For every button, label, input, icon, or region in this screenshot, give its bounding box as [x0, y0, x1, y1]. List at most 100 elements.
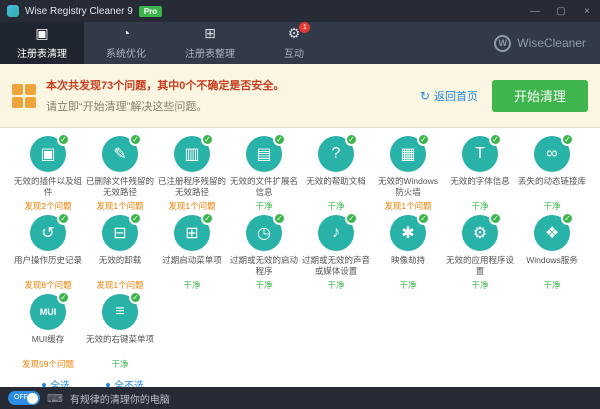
registry-clean-icon: ▣: [35, 26, 48, 42]
start-clean-button[interactable]: 开始清理: [492, 80, 588, 112]
summary-line1: 本次共发现73个问题，其中0个不确定是否安全。: [46, 77, 420, 93]
item-label: 无效的帮助文档: [306, 176, 366, 198]
scan-item-7[interactable]: T ✓ 无效的字体信息 干净: [444, 136, 516, 212]
item-status: 干净: [327, 200, 344, 212]
item-label: 无效的文件扩展名信息: [230, 176, 298, 198]
tab-community[interactable]: ⚙ 1 互动: [252, 22, 336, 64]
window-title: Wise Registry Cleaner 9: [25, 6, 133, 17]
item-label: 过期或无效的启动程序: [230, 255, 298, 277]
item-label: 无效的插件以及组件: [14, 176, 82, 198]
check-icon[interactable]: ✓: [345, 212, 358, 225]
defrag-icon: ⊞: [204, 26, 216, 42]
scan-item-11[interactable]: ⊞ ✓ 过期启动菜单项 干净: [156, 215, 228, 291]
check-icon[interactable]: ✓: [129, 212, 142, 225]
check-icon[interactable]: ✓: [345, 133, 358, 146]
check-icon[interactable]: ✓: [57, 291, 70, 304]
tab-registry-cleanup[interactable]: ▣ 注册表清理: [0, 22, 84, 64]
scan-item-17[interactable]: MUI ✓ MUI缓存 发现59个问题: [12, 294, 84, 370]
app-window: Wise Registry Cleaner 9 Pro — ▢ × ▣ 注册表清…: [0, 0, 600, 409]
select-none-link[interactable]: 全不选: [106, 377, 144, 387]
maximize-button[interactable]: ▢: [548, 0, 574, 22]
speedometer-icon: ◔: [122, 26, 130, 42]
close-button[interactable]: ×: [574, 0, 600, 22]
scan-item-6[interactable]: ▦ ✓ 无效的Windows防火墙 发现1个问题: [372, 136, 444, 212]
scan-item-9[interactable]: ↺ ✓ 用户操作历史记录 发现8个问题: [12, 215, 84, 291]
statusbar: OFF ⌨ 有规律的清理你的电脑: [0, 387, 600, 409]
scan-item-5[interactable]: ? ✓ 无效的帮助文档 干净: [300, 136, 372, 212]
check-icon[interactable]: ✓: [561, 212, 574, 225]
scan-item-13[interactable]: ♪ ✓ 过期或无效的声音或媒体设置 干净: [300, 215, 372, 291]
item-status: 发现2个问题: [24, 200, 71, 212]
item-status: 干净: [399, 279, 416, 291]
minimize-button[interactable]: —: [522, 0, 548, 22]
scan-item-12[interactable]: ◷ ✓ 过期或无效的启动程序 干净: [228, 215, 300, 291]
toggle-knob: [27, 393, 38, 404]
scan-item-15[interactable]: ⚙ ✓ 无效的应用程序设置 干净: [444, 215, 516, 291]
check-icon[interactable]: ✓: [129, 133, 142, 146]
pro-badge: Pro: [139, 6, 162, 17]
item-status: 干净: [471, 279, 488, 291]
app-icon: [7, 5, 19, 17]
notification-badge: 1: [299, 22, 310, 33]
check-icon[interactable]: ✓: [57, 133, 70, 146]
titlebar: Wise Registry Cleaner 9 Pro — ▢ ×: [0, 0, 600, 22]
check-icon[interactable]: ✓: [273, 133, 286, 146]
select-all-label: 全选: [50, 377, 70, 387]
check-icon[interactable]: ✓: [201, 133, 214, 146]
check-icon[interactable]: ✓: [273, 212, 286, 225]
gear-icon: ⚙ 1: [288, 26, 301, 42]
item-status: 发现59个问题: [22, 358, 74, 370]
scan-item-4[interactable]: ▤ ✓ 无效的文件扩展名信息 干净: [228, 136, 300, 212]
item-status: 发现1个问题: [384, 200, 431, 212]
check-icon[interactable]: ✓: [129, 291, 142, 304]
check-icon[interactable]: ✓: [57, 212, 70, 225]
tab-label: 注册表整理: [185, 45, 235, 60]
item-status: 干净: [543, 279, 560, 291]
item-label: 映像劫持: [391, 255, 425, 277]
item-label: 无效的应用程序设置: [446, 255, 514, 277]
scan-item-10[interactable]: ⊟ ✓ 无效的卸载 发现1个问题: [84, 215, 156, 291]
scan-item-18[interactable]: ≡ ✓ 无效的右键菜单项 干净: [84, 294, 156, 370]
schedule-toggle[interactable]: OFF: [8, 391, 40, 405]
nav-tabs: ▣ 注册表清理 ◔ 系统优化 ⊞ 注册表整理 ⚙ 1 互动: [0, 22, 336, 64]
item-status: 干净: [111, 358, 128, 370]
item-status: 干净: [543, 200, 560, 212]
scan-item-3[interactable]: ▥ ✓ 已注册程序残留的无效路径 发现1个问题: [156, 136, 228, 212]
scan-item-8[interactable]: ∞ ✓ 丢失的动态链接库 干净: [516, 136, 588, 212]
wisecleaner-logo[interactable]: W WiseCleaner: [494, 22, 600, 64]
scan-item-2[interactable]: ✎ ✓ 已删除文件残留的无效路径 发现1个问题: [84, 136, 156, 212]
summary-line2: 请立即“开始清理”解决这些问题。: [46, 98, 420, 114]
item-label: 过期或无效的声音或媒体设置: [302, 255, 370, 277]
item-label: 已删除文件残留的无效路径: [86, 176, 154, 198]
check-icon[interactable]: ✓: [489, 212, 502, 225]
item-status: 发现1个问题: [96, 200, 143, 212]
summary-text: 本次共发现73个问题，其中0个不确定是否安全。 请立即“开始清理”解决这些问题。: [46, 77, 420, 114]
tab-system-tuneup[interactable]: ◔ 系统优化: [84, 22, 168, 64]
check-icon[interactable]: ✓: [561, 133, 574, 146]
back-home-link[interactable]: ↻ 返回首页: [420, 88, 478, 104]
scan-item-1[interactable]: ▣ ✓ 无效的插件以及组件 发现2个问题: [12, 136, 84, 212]
check-icon[interactable]: ✓: [489, 133, 502, 146]
item-label: Windows服务: [526, 255, 577, 277]
window-controls: — ▢ ×: [522, 0, 600, 22]
check-icon[interactable]: ✓: [201, 212, 214, 225]
item-status: 干净: [255, 200, 272, 212]
item-status: 干净: [183, 279, 200, 291]
check-icon[interactable]: ✓: [417, 212, 430, 225]
item-status: 干净: [471, 200, 488, 212]
item-label: 丢失的动态链接库: [518, 176, 586, 198]
check-icon[interactable]: ✓: [417, 133, 430, 146]
item-status: 发现1个问题: [96, 279, 143, 291]
refresh-icon: ↻: [420, 89, 430, 103]
summary-banner: 本次共发现73个问题，其中0个不确定是否安全。 请立即“开始清理”解决这些问题。…: [0, 64, 600, 128]
statusbar-text: 有规律的清理你的电脑: [70, 391, 170, 406]
item-status: 发现8个问题: [24, 279, 71, 291]
scan-item-16[interactable]: ❖ ✓ Windows服务 干净: [516, 215, 588, 291]
main-area: ▣ ✓ 无效的插件以及组件 发现2个问题 ✎ ✓ 已删除文件残留的无效路径 发现…: [0, 128, 600, 387]
selection-links: 全选 全不选: [12, 377, 588, 387]
item-status: 干净: [327, 279, 344, 291]
item-label: 无效的卸载: [99, 255, 142, 277]
scan-item-14[interactable]: ✱ ✓ 映像劫持 干净: [372, 215, 444, 291]
select-all-link[interactable]: 全选: [42, 377, 70, 387]
tab-registry-defrag[interactable]: ⊞ 注册表整理: [168, 22, 252, 64]
